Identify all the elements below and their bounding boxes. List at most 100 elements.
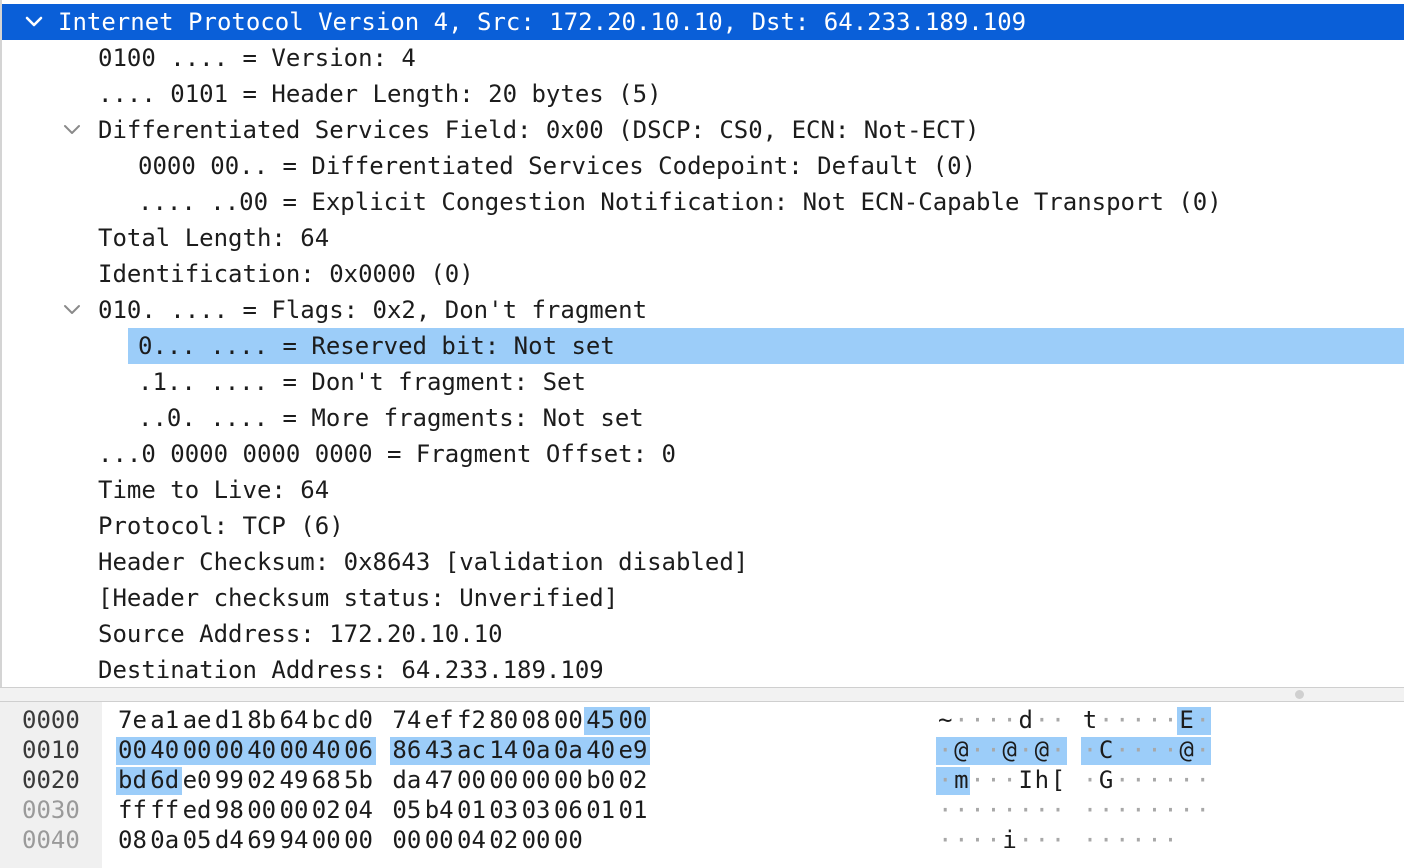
ascii-char[interactable]: · [1019, 825, 1033, 855]
ascii-char[interactable]: · [1099, 825, 1113, 855]
hex-byte[interactable]: 06 [344, 735, 378, 765]
tree-row[interactable]: Header Checksum: 0x8643 [validation disa… [2, 544, 1404, 580]
hex-byte[interactable]: 04 [457, 825, 491, 855]
tree-row[interactable]: 0000 00.. = Differentiated Services Code… [2, 148, 1404, 184]
hex-byte[interactable]: 05 [392, 795, 426, 825]
hex-byte[interactable]: 40 [247, 735, 281, 765]
ascii-char[interactable]: · [1131, 795, 1145, 825]
hex-byte[interactable]: 01 [619, 795, 653, 825]
hex-byte[interactable]: ac [457, 735, 491, 765]
hex-byte[interactable]: 99 [215, 765, 249, 795]
hex-byte[interactable]: ff [118, 795, 152, 825]
hex-byte[interactable]: 40 [586, 735, 620, 765]
hex-byte[interactable]: 08 [118, 825, 152, 855]
ascii-char[interactable]: · [1083, 825, 1097, 855]
hex-byte[interactable]: 40 [150, 735, 184, 765]
chevron-down-icon[interactable] [60, 292, 84, 328]
hex-byte[interactable]: 00 [344, 825, 378, 855]
ascii-char[interactable]: m [954, 765, 968, 795]
ascii-char[interactable]: · [986, 705, 1000, 735]
hex-byte[interactable]: 01 [457, 795, 491, 825]
ascii-char[interactable]: @ [954, 735, 968, 765]
hex-byte[interactable]: b0 [586, 765, 620, 795]
tree-row[interactable]: 010. .... = Flags: 0x2, Don't fragment [2, 292, 1404, 328]
hex-byte[interactable]: 7e [118, 705, 152, 735]
tree-row[interactable]: Identification: 0x0000 (0) [2, 256, 1404, 292]
hex-byte[interactable]: 03 [522, 795, 556, 825]
tree-row[interactable]: [Header checksum status: Unverified] [2, 580, 1404, 616]
tree-row[interactable]: Differentiated Services Field: 0x00 (DSC… [2, 112, 1404, 148]
grip-dot-icon[interactable] [1295, 690, 1304, 699]
ascii-char[interactable]: · [986, 735, 1000, 765]
hex-byte[interactable]: bc [312, 705, 346, 735]
ascii-char[interactable]: G [1099, 765, 1113, 795]
ascii-char[interactable]: · [1051, 825, 1065, 855]
ascii-char[interactable]: · [1083, 795, 1097, 825]
ascii-char[interactable]: · [1051, 795, 1065, 825]
hex-byte[interactable]: 00 [215, 735, 249, 765]
hex-byte[interactable]: 6d [150, 765, 184, 795]
ascii-char[interactable]: i [1002, 825, 1016, 855]
ascii-char[interactable]: d [1019, 705, 1033, 735]
ascii-char[interactable]: · [938, 735, 952, 765]
chevron-down-icon[interactable] [22, 4, 46, 40]
hex-byte[interactable]: d0 [344, 705, 378, 735]
ascii-char[interactable]: · [1115, 705, 1129, 735]
ascii-char[interactable]: · [954, 705, 968, 735]
hex-byte[interactable]: ef [425, 705, 459, 735]
ascii-char[interactable]: · [986, 795, 1000, 825]
ascii-char[interactable]: @ [1035, 735, 1049, 765]
ascii-char[interactable]: · [938, 825, 952, 855]
tree-row[interactable]: Protocol: TCP (6) [2, 508, 1404, 544]
ascii-char[interactable]: · [1051, 735, 1065, 765]
hex-byte[interactable]: 00 [392, 825, 426, 855]
ascii-char[interactable]: · [1083, 765, 1097, 795]
tree-row[interactable]: 0100 .... = Version: 4 [2, 40, 1404, 76]
hex-byte[interactable]: 00 [522, 765, 556, 795]
ascii-char[interactable]: · [954, 795, 968, 825]
hex-byte[interactable]: d4 [215, 825, 249, 855]
packet-bytes-pane[interactable]: 0000 7e a1 ae d1 8b 64 bc d0 74 ef f2 80 08 00 45 00 ~ · · ·… [0, 702, 1404, 868]
hex-byte[interactable]: 00 [425, 825, 459, 855]
hex-byte[interactable]: b4 [425, 795, 459, 825]
hex-byte[interactable]: 0a [522, 735, 556, 765]
hex-byte[interactable]: 02 [489, 825, 523, 855]
hex-byte[interactable]: e9 [619, 735, 653, 765]
hex-byte[interactable]: 02 [619, 765, 653, 795]
ascii-char[interactable]: I [1019, 765, 1033, 795]
hex-byte[interactable]: 0a [554, 735, 588, 765]
ascii-char[interactable]: · [1196, 735, 1210, 765]
ascii-char[interactable]: · [1163, 795, 1177, 825]
hex-byte[interactable]: 00 [554, 705, 588, 735]
hex-byte[interactable]: 45 [586, 705, 620, 735]
tree-row[interactable]: Total Length: 64 [2, 220, 1404, 256]
ascii-char[interactable]: · [1147, 765, 1161, 795]
ascii-char[interactable]: h [1035, 765, 1049, 795]
ascii-char[interactable]: · [970, 735, 984, 765]
hex-byte[interactable]: 49 [280, 765, 314, 795]
ascii-char[interactable]: · [938, 795, 952, 825]
hex-byte[interactable]: bd [118, 765, 152, 795]
hex-byte[interactable]: 00 [247, 795, 281, 825]
ascii-char[interactable]: · [986, 825, 1000, 855]
ascii-char[interactable]: · [1147, 705, 1161, 735]
hex-byte[interactable]: 00 [118, 735, 152, 765]
tree-row[interactable]: Time to Live: 64 [2, 472, 1404, 508]
ascii-char[interactable]: · [1115, 825, 1129, 855]
hex-byte[interactable]: 06 [554, 795, 588, 825]
tree-row[interactable]: Source Address: 172.20.10.10 [2, 616, 1404, 652]
hex-byte[interactable]: 00 [619, 705, 653, 735]
ascii-char[interactable]: E [1179, 705, 1193, 735]
ascii-char[interactable]: C [1099, 735, 1113, 765]
tree-row[interactable]: .1.. .... = Don't fragment: Set [2, 364, 1404, 400]
hex-byte[interactable]: 00 [554, 825, 588, 855]
hex-byte[interactable]: 14 [489, 735, 523, 765]
ascii-char[interactable]: · [1131, 705, 1145, 735]
ascii-char[interactable]: t [1083, 705, 1097, 735]
ascii-char[interactable]: · [970, 795, 984, 825]
ascii-char[interactable]: · [1131, 765, 1145, 795]
chevron-down-icon[interactable] [60, 112, 84, 148]
hex-byte[interactable]: 68 [312, 765, 346, 795]
ascii-char[interactable]: · [970, 825, 984, 855]
hex-byte[interactable]: ed [183, 795, 217, 825]
